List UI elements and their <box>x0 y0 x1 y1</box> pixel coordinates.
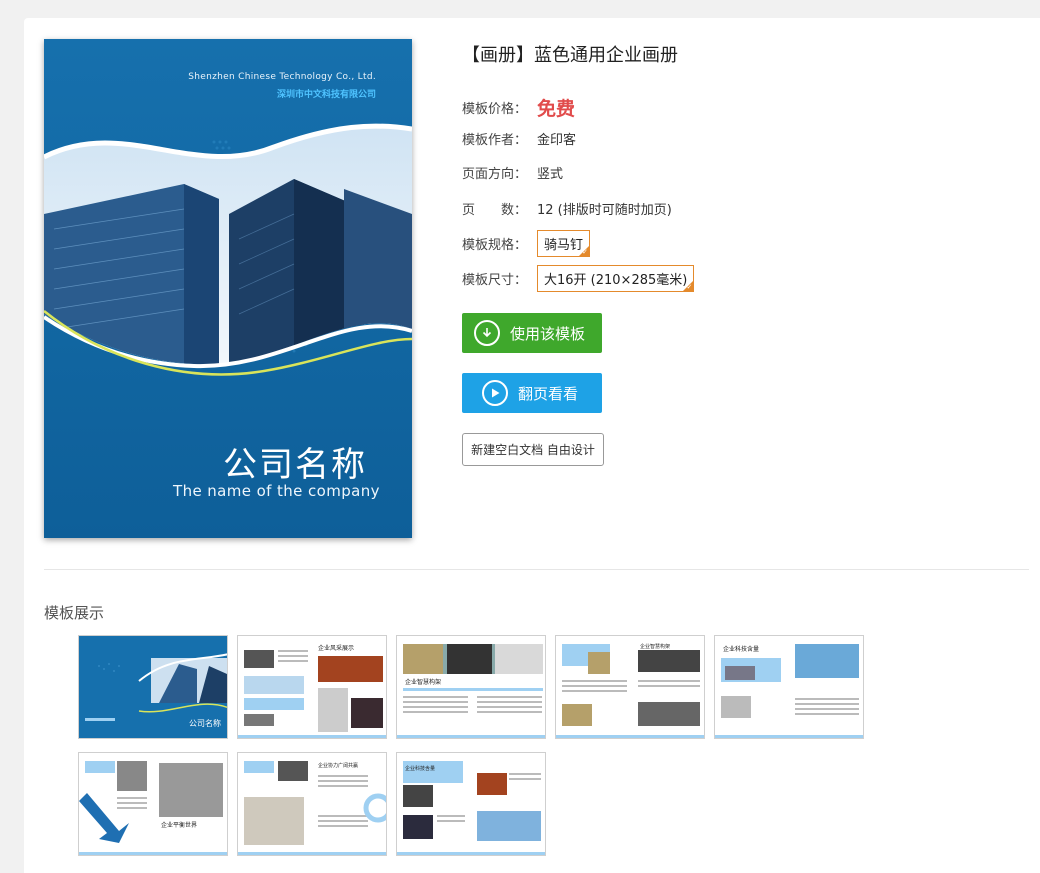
thumbnail-heading: 公司名称 <box>189 718 221 728</box>
cover-title: 公司名称 <box>223 445 367 485</box>
thumbnail-page-3[interactable]: 企业智慧构架 <box>396 635 546 739</box>
thumbnail-heading: 企业智慧构架 <box>640 643 670 650</box>
thumbnail-heading: 企业科技含量 <box>723 645 759 653</box>
flip-view-label: 翻页看看 <box>518 384 579 403</box>
author-label: 模板作者： <box>462 133 528 148</box>
cover-company-chinese: 深圳市中文科技有限公司 <box>276 90 376 100</box>
spec-label: 模板规格： <box>462 238 528 253</box>
size-row: 模板尺寸： 大16开 (210×285毫米) ✓ <box>462 265 695 292</box>
thumbnail-page-8[interactable]: 企业科技含量 <box>396 752 546 856</box>
thumbnail-page-6[interactable]: 企业平衡世界 <box>78 752 228 856</box>
thumbnail-page-4[interactable]: 企业智慧构架 <box>555 635 705 739</box>
thumbnail-heading: 企业平衡世界 <box>161 821 197 829</box>
use-template-label: 使用该模板 <box>510 324 586 343</box>
orientation-value: 竖式 <box>537 167 564 182</box>
price-label: 模板价格： <box>462 102 528 117</box>
play-icon <box>482 380 508 406</box>
thumbnail-heading: 企业智慧构架 <box>405 678 441 686</box>
showcase-title: 模板展示 <box>44 604 105 622</box>
cover-subtitle: The name of the company <box>173 482 380 500</box>
pages-row: 页 数： 12 (排版时可随时加页) <box>462 199 672 218</box>
thumbnail-heading: 企业科技含量 <box>405 765 435 772</box>
size-value: 大16开 (210×285毫米) <box>544 273 688 288</box>
download-icon <box>474 320 500 346</box>
new-blank-document-button[interactable]: 新建空白文档 自由设计 <box>462 433 604 466</box>
product-title: 【画册】蓝色通用企业画册 <box>462 45 678 66</box>
size-label: 模板尺寸： <box>462 273 528 288</box>
template-cover-preview[interactable]: Shenzhen Chinese Technology Co., Ltd. 深圳… <box>44 39 412 538</box>
price-row: 模板价格： 免费 <box>462 94 575 121</box>
use-template-button[interactable]: 使用该模板 <box>462 313 602 353</box>
spec-value: 骑马钉 <box>544 238 584 253</box>
check-icon: ✓ <box>686 283 693 291</box>
thumbnail-page-2[interactable]: 企业风采展示 <box>237 635 387 739</box>
thumbnail-page-7[interactable]: 企业协力广阔共赢 <box>237 752 387 856</box>
thumbnail-page-5[interactable]: 企业科技含量 <box>714 635 864 739</box>
pages-label: 页 数： <box>462 203 528 218</box>
spec-option-selected[interactable]: 骑马钉 ✓ <box>537 230 591 257</box>
price-value: 免费 <box>537 98 576 120</box>
flip-view-button[interactable]: 翻页看看 <box>462 373 602 413</box>
spec-row: 模板规格： 骑马钉 ✓ <box>462 230 591 257</box>
size-option-selected[interactable]: 大16开 (210×285毫米) ✓ <box>537 265 695 292</box>
thumbnail-page-1[interactable]: 公司名称 <box>78 635 228 739</box>
author-row: 模板作者： 金印客 <box>462 129 576 148</box>
check-icon: ✓ <box>582 248 589 256</box>
cover-company-english: Shenzhen Chinese Technology Co., Ltd. <box>188 72 376 82</box>
orientation-label: 页面方向： <box>462 167 528 182</box>
orientation-row: 页面方向： 竖式 <box>462 163 563 182</box>
thumbnail-heading: 企业风采展示 <box>318 644 354 652</box>
author-value: 金印客 <box>537 133 577 148</box>
pages-value: 12 (排版时可随时加页) <box>537 203 672 218</box>
section-divider <box>44 569 1029 570</box>
thumbnail-heading: 企业协力广阔共赢 <box>318 762 358 769</box>
